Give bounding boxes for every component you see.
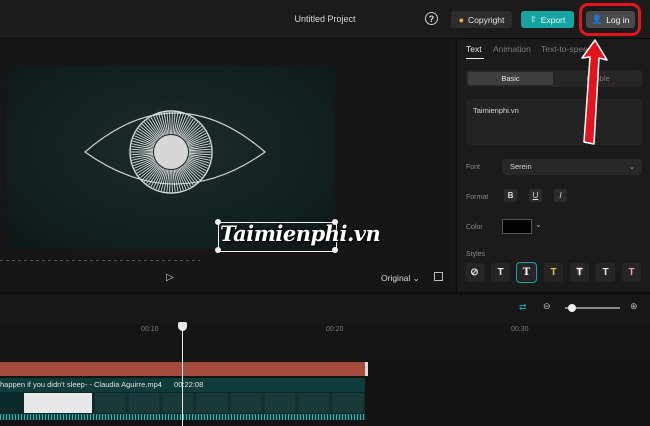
audio-clip[interactable] xyxy=(0,362,368,376)
thumbnail-strip xyxy=(95,393,365,413)
text-track[interactable] xyxy=(0,340,650,361)
style-outline-selected[interactable]: T xyxy=(516,262,537,283)
font-label: Font xyxy=(466,164,481,171)
clip-duration: 00:22:08 xyxy=(174,380,204,389)
export-button[interactable]: ⇧ Export xyxy=(521,11,574,28)
tick-label: 00:30 xyxy=(511,326,529,333)
playhead-handle[interactable] xyxy=(178,322,187,331)
segment-basic[interactable]: Basic xyxy=(468,72,553,85)
login-highlight-circle xyxy=(579,3,641,36)
help-icon[interactable]: ? xyxy=(425,12,438,25)
copyright-button[interactable]: ● Copyright xyxy=(451,11,512,28)
resize-handle-br[interactable] xyxy=(332,247,338,253)
resize-handle-tl[interactable] xyxy=(215,219,221,225)
style-pink-shadow[interactable]: T xyxy=(570,263,589,282)
style-plain[interactable]: T xyxy=(491,263,510,282)
styles-label: Styles xyxy=(466,251,486,258)
tab-animation[interactable]: Animation xyxy=(493,44,531,54)
chevron-down-icon[interactable]: ⌄ xyxy=(535,220,542,229)
tab-text[interactable]: Text xyxy=(466,44,482,54)
copyright-icon: ● xyxy=(458,14,465,25)
preview-scrub-line[interactable] xyxy=(0,260,200,261)
link-icon[interactable]: ⇄ xyxy=(519,302,527,313)
tick-label: 00:10 xyxy=(141,326,159,333)
style-none-icon[interactable]: ⊘ xyxy=(465,263,484,282)
text-overlay[interactable]: Taimienphi.vn xyxy=(220,221,381,246)
chevron-down-icon: ⌄ xyxy=(412,273,420,283)
bold-button[interactable]: B xyxy=(504,189,517,202)
chevron-down-icon: ⌄ xyxy=(628,162,635,171)
font-select[interactable]: Serein ⌄ xyxy=(502,159,642,175)
zoom-out-icon[interactable]: ⊖ xyxy=(543,301,551,312)
copyright-label: Copyright xyxy=(468,14,505,25)
italic-button[interactable]: I xyxy=(554,189,567,202)
style-pink[interactable]: T xyxy=(622,263,641,282)
export-label: Export xyxy=(540,14,566,25)
playhead[interactable] xyxy=(182,323,183,426)
clip-name: happen if you didn't sleep- - Claudia Ag… xyxy=(0,380,162,389)
resize-handle-tr[interactable] xyxy=(332,219,338,225)
format-label: Format xyxy=(466,194,489,201)
underline-button[interactable]: U xyxy=(529,189,542,202)
font-value: Serein xyxy=(510,162,532,171)
export-icon: ⇧ xyxy=(529,14,537,24)
timeline-toolbar xyxy=(0,293,650,324)
color-swatch[interactable] xyxy=(502,219,532,234)
color-label: Color xyxy=(466,224,483,231)
style-yellow[interactable]: T xyxy=(544,263,563,282)
style-white[interactable]: T xyxy=(596,263,615,282)
zoom-in-icon[interactable]: ⊕ xyxy=(630,301,638,312)
ratio-selector[interactable]: Original ⌄ xyxy=(381,273,420,284)
tab-underline xyxy=(466,58,484,59)
ratio-label: Original xyxy=(381,273,411,283)
play-icon[interactable]: ▷ xyxy=(166,272,174,283)
tick-label: 00:20 xyxy=(326,326,344,333)
resize-handle-bl[interactable] xyxy=(215,247,221,253)
thumbnail-logo xyxy=(24,393,92,413)
zoom-slider-handle[interactable] xyxy=(568,304,576,312)
fullscreen-icon[interactable] xyxy=(434,272,443,281)
timeline-ruler[interactable] xyxy=(0,323,650,339)
annotation-arrow xyxy=(581,39,608,145)
